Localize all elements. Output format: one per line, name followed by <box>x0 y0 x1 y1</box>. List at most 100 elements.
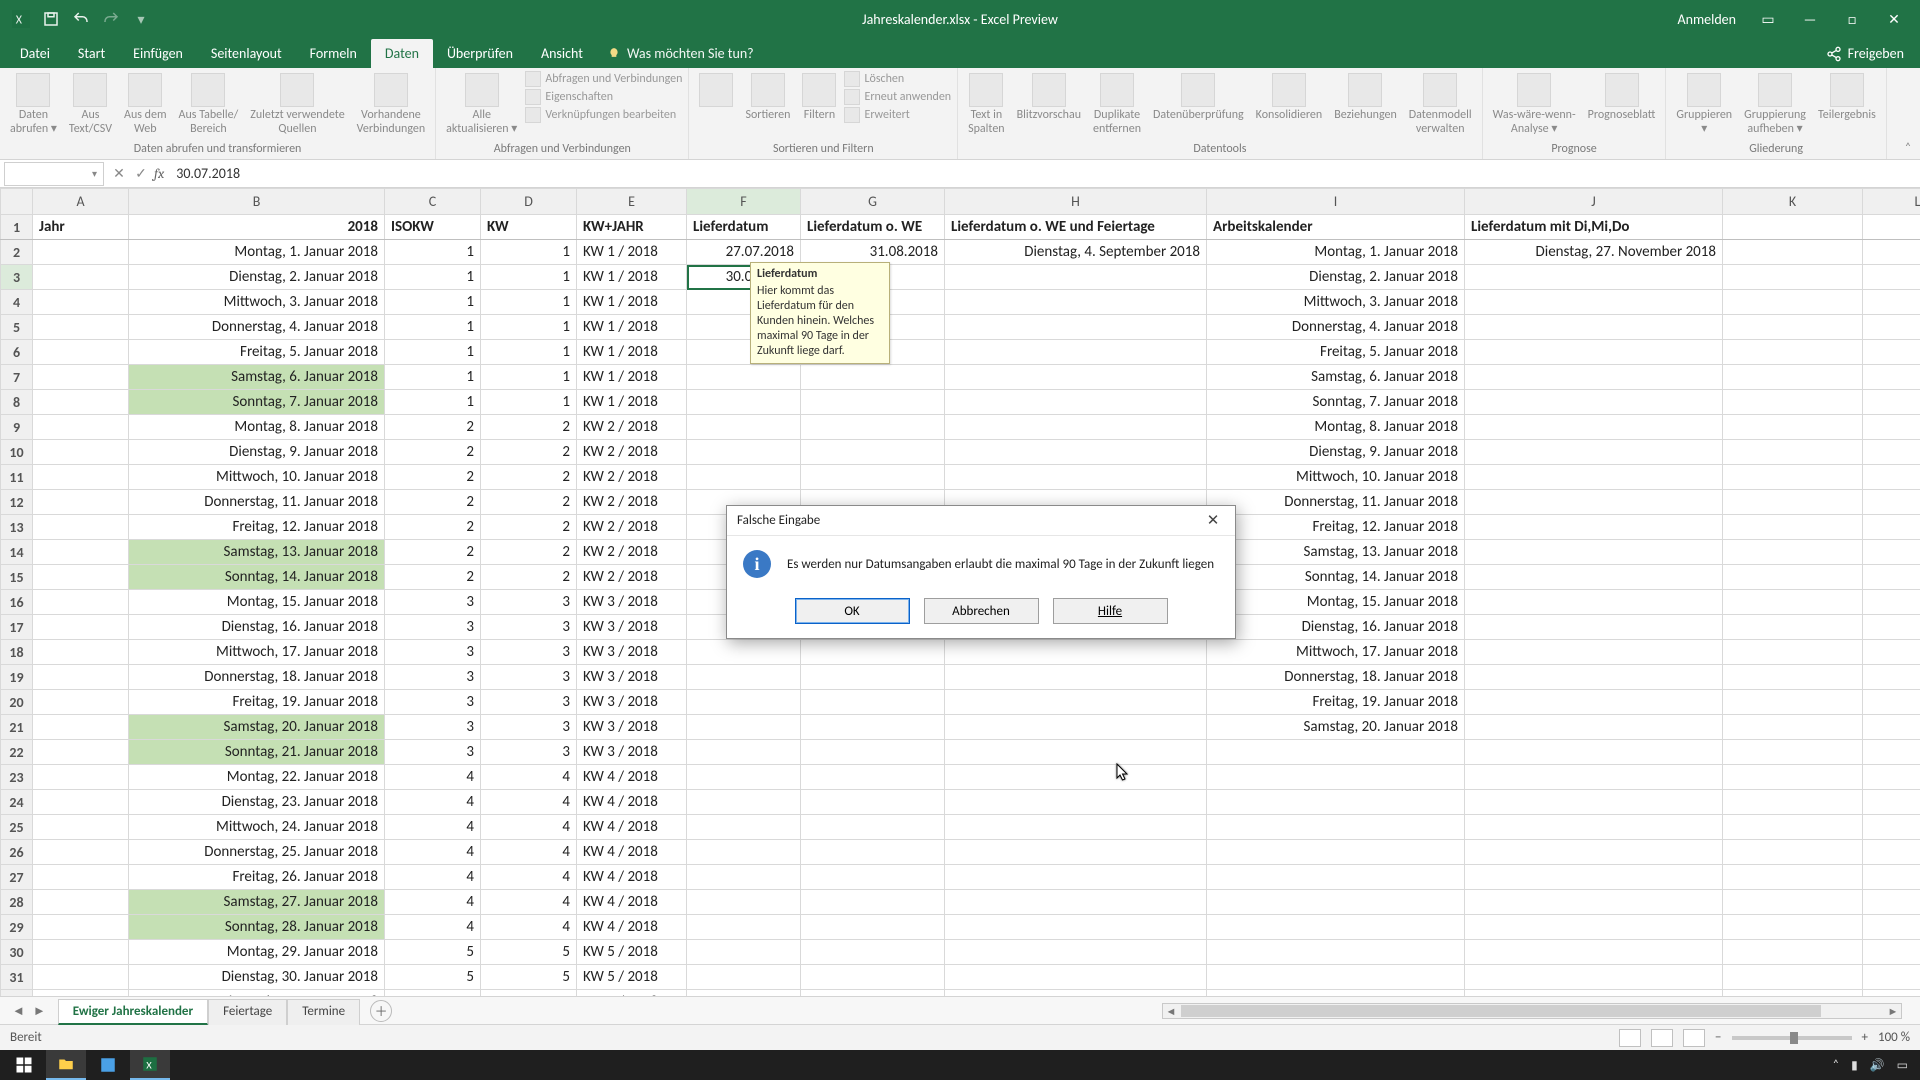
ribbon-button[interactable]: Zuletzt verwendeteQuellen <box>246 71 348 139</box>
cell[interactable] <box>945 290 1207 315</box>
cell[interactable]: Montag, 29. Januar 2018 <box>129 940 385 965</box>
zoom-out-icon[interactable]: − <box>1715 1030 1721 1045</box>
enter-formula-icon[interactable]: ✓ <box>130 165 152 182</box>
cell[interactable]: Donnerstag, 4. Januar 2018 <box>129 315 385 340</box>
view-page-layout-icon[interactable] <box>1651 1029 1673 1047</box>
cell[interactable]: KW 2 / 2018 <box>577 565 687 590</box>
cell[interactable]: 4 <box>385 865 481 890</box>
cell[interactable] <box>1207 865 1465 890</box>
cell[interactable]: KW 2 / 2018 <box>577 515 687 540</box>
cell[interactable] <box>687 865 801 890</box>
sheet-nav-prev-icon[interactable]: ◄ <box>12 1003 25 1019</box>
cell[interactable] <box>801 715 945 740</box>
select-all-corner[interactable] <box>1 189 33 215</box>
cell[interactable]: KW 3 / 2018 <box>577 715 687 740</box>
cell[interactable] <box>1465 865 1723 890</box>
cell[interactable]: 2 <box>385 465 481 490</box>
ribbon-line-button[interactable]: Erneut anwenden <box>844 89 951 105</box>
cell[interactable]: Donnerstag, 11. Januar 2018 <box>129 490 385 515</box>
cell[interactable] <box>687 365 801 390</box>
ribbon-button[interactable]: Teilergebnis <box>1814 71 1880 125</box>
cell[interactable] <box>1863 565 1920 590</box>
cell[interactable]: 1 <box>385 315 481 340</box>
cell[interactable] <box>687 440 801 465</box>
cell[interactable]: Sonntag, 21. Januar 2018 <box>129 740 385 765</box>
ribbon-button[interactable]: Aus demWeb <box>120 71 171 139</box>
col-header-H[interactable]: H <box>945 189 1207 215</box>
fx-icon[interactable]: fx <box>154 165 164 182</box>
cell[interactable] <box>1723 690 1863 715</box>
row-header[interactable]: 26 <box>1 840 33 865</box>
cell[interactable] <box>1465 840 1723 865</box>
name-box[interactable]: ▾ <box>4 162 104 186</box>
cell[interactable]: 1 <box>385 340 481 365</box>
cell[interactable]: Dienstag, 30. Januar 2018 <box>129 965 385 990</box>
cell[interactable]: 4 <box>481 865 577 890</box>
cell[interactable]: KW 1 / 2018 <box>577 265 687 290</box>
cell[interactable]: 2 <box>385 415 481 440</box>
cell[interactable]: KW 1 / 2018 <box>577 240 687 265</box>
tab-start[interactable]: Start <box>64 39 119 68</box>
cell[interactable] <box>1207 790 1465 815</box>
cell[interactable]: KW 3 / 2018 <box>577 690 687 715</box>
cell[interactable] <box>1723 765 1863 790</box>
col-header-J[interactable]: J <box>1465 189 1723 215</box>
cell[interactable] <box>945 890 1207 915</box>
col-header-D[interactable]: D <box>481 189 577 215</box>
cell[interactable] <box>1207 765 1465 790</box>
tray-volume-icon[interactable]: 🔊 <box>1870 1058 1885 1073</box>
cell[interactable]: 27.07.2018 <box>687 240 801 265</box>
tell-me[interactable]: Was möchten Sie tun? <box>597 39 764 68</box>
row-header[interactable]: 16 <box>1 590 33 615</box>
cell[interactable]: 5 <box>481 940 577 965</box>
cell[interactable]: ISOKW <box>385 215 481 240</box>
ribbon-button[interactable]: Gruppierungaufheben ▾ <box>1740 71 1810 139</box>
row-header[interactable]: 18 <box>1 640 33 665</box>
cell[interactable] <box>33 865 129 890</box>
row-header[interactable]: 20 <box>1 690 33 715</box>
cell[interactable] <box>1465 690 1723 715</box>
cell[interactable]: 2 <box>481 465 577 490</box>
cell[interactable]: Montag, 8. Januar 2018 <box>1207 415 1465 440</box>
taskbar-excel-icon[interactable]: X <box>130 1050 170 1080</box>
cell[interactable]: Sonntag, 7. Januar 2018 <box>129 390 385 415</box>
cell[interactable] <box>1863 915 1920 940</box>
cell[interactable]: 1 <box>385 390 481 415</box>
cell[interactable]: KW 4 / 2018 <box>577 815 687 840</box>
cell[interactable]: KW 3 / 2018 <box>577 665 687 690</box>
cell[interactable]: Montag, 22. Januar 2018 <box>129 765 385 790</box>
row-header[interactable]: 1 <box>1 215 33 240</box>
cell[interactable] <box>1723 815 1863 840</box>
cell[interactable] <box>1723 665 1863 690</box>
cell[interactable] <box>945 315 1207 340</box>
cell[interactable] <box>1723 790 1863 815</box>
cell[interactable] <box>1465 790 1723 815</box>
cell[interactable] <box>1207 740 1465 765</box>
cell[interactable] <box>801 640 945 665</box>
name-box-dropdown-icon[interactable]: ▾ <box>92 167 97 180</box>
cell[interactable] <box>1723 240 1863 265</box>
cell[interactable] <box>1465 290 1723 315</box>
ribbon-button[interactable]: Gruppieren▾ <box>1672 71 1736 139</box>
cell[interactable] <box>33 590 129 615</box>
row-header[interactable]: 13 <box>1 515 33 540</box>
cell[interactable]: KW 2 / 2018 <box>577 440 687 465</box>
cell[interactable]: Samstag, 20. Januar 2018 <box>1207 715 1465 740</box>
row-header[interactable]: 23 <box>1 765 33 790</box>
cell[interactable]: 1 <box>481 315 577 340</box>
cell[interactable] <box>801 740 945 765</box>
ribbon-button[interactable]: Prognoseblatt <box>1584 71 1660 125</box>
close-icon[interactable]: ✕ <box>1884 11 1904 28</box>
cell[interactable] <box>1465 715 1723 740</box>
cell[interactable] <box>1465 515 1723 540</box>
cell[interactable] <box>1863 240 1920 265</box>
cell[interactable] <box>1723 515 1863 540</box>
cell[interactable] <box>1723 640 1863 665</box>
cell[interactable] <box>687 715 801 740</box>
tray-chevron-icon[interactable]: ˄ <box>1833 1058 1839 1072</box>
sheet-nav-next-icon[interactable]: ► <box>33 1003 46 1019</box>
cell[interactable] <box>1465 590 1723 615</box>
cell[interactable]: Sonntag, 7. Januar 2018 <box>1207 390 1465 415</box>
cell[interactable] <box>33 715 129 740</box>
cell[interactable] <box>1723 865 1863 890</box>
